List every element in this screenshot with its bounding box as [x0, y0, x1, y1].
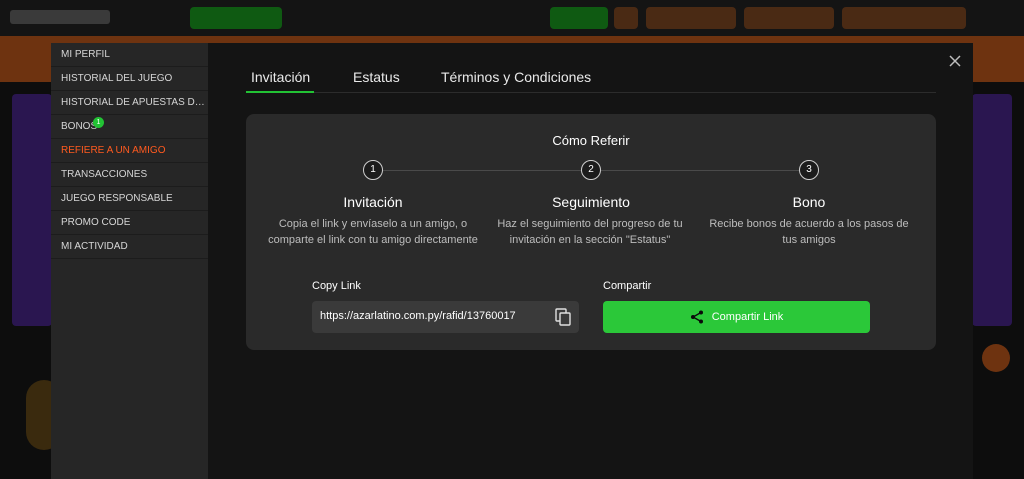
- background-green-button: [190, 7, 282, 29]
- background-logo: [10, 10, 110, 24]
- sidebar-item-mi-actividad[interactable]: MI ACTIVIDAD: [51, 235, 208, 259]
- background-green-button: [550, 7, 608, 29]
- card-title: Cómo Referir: [552, 133, 630, 148]
- background-button: [842, 7, 966, 29]
- step-title: Invitación: [343, 194, 403, 210]
- copy-link-label: Copy Link: [312, 280, 361, 292]
- referral-tabs: Invitación Estatus Términos y Condicione…: [246, 69, 936, 93]
- step-number: 3: [799, 160, 819, 180]
- sidebar-item-juego-responsable[interactable]: JUEGO RESPONSABLE: [51, 187, 208, 211]
- step-number: 1: [363, 160, 383, 180]
- background-button: [744, 7, 834, 29]
- step-connector: [601, 170, 809, 171]
- sidebar-item-mi-perfil[interactable]: MI PERFIL: [51, 43, 208, 67]
- referral-link-value: https://azarlatino.com.py/rafid/13760017: [320, 310, 516, 322]
- how-to-refer-card: Cómo Referir 1 2 3 Invitación Seguimient…: [246, 114, 936, 350]
- step-title: Seguimiento: [552, 194, 630, 210]
- sidebar-item-transacciones[interactable]: TRANSACCIONES: [51, 163, 208, 187]
- sidebar-item-promo-code[interactable]: PROMO CODE: [51, 211, 208, 235]
- background-circle: [982, 344, 1010, 372]
- modal-content: Invitación Estatus Términos y Condicione…: [208, 43, 973, 479]
- account-sidebar: MI PERFIL HISTORIAL DEL JUEGO HISTORIAL …: [51, 43, 208, 479]
- account-modal: MI PERFIL HISTORIAL DEL JUEGO HISTORIAL …: [51, 43, 973, 479]
- step-description: Copia el link y envíaselo a un amigo, o …: [268, 218, 478, 246]
- sidebar-item-refiere-amigo[interactable]: REFIERE A UN AMIGO: [51, 139, 208, 163]
- step-connector: [383, 170, 591, 171]
- step-description: Recibe bonos de acuerdo a los pasos de t…: [709, 218, 909, 246]
- sidebar-item-bonos[interactable]: BONOS 1: [51, 115, 208, 139]
- share-button-label: Compartir Link: [711, 311, 784, 323]
- tab-invitacion[interactable]: Invitación: [246, 69, 314, 93]
- tab-estatus[interactable]: Estatus: [353, 69, 400, 93]
- step-number: 2: [581, 160, 601, 180]
- sidebar-item-historial-juego[interactable]: HISTORIAL DEL JUEGO: [51, 67, 208, 91]
- share-icon: [690, 310, 703, 324]
- step-description: Haz el seguimiento del progreso de tu in…: [497, 218, 683, 246]
- step-title: Bono: [792, 194, 826, 210]
- share-link-button[interactable]: Compartir Link: [603, 301, 870, 333]
- share-label: Compartir: [603, 280, 652, 292]
- referral-link-field[interactable]: https://azarlatino.com.py/rafid/13760017: [312, 301, 579, 333]
- tab-terminos-condiciones[interactable]: Términos y Condiciones: [441, 69, 591, 93]
- sidebar-item-label: BONOS: [61, 121, 98, 132]
- background-banner: [12, 94, 52, 326]
- notification-badge: 1: [93, 117, 104, 128]
- background-banner: [972, 94, 1012, 326]
- close-icon[interactable]: [945, 51, 965, 71]
- copy-icon[interactable]: [555, 308, 571, 326]
- background-button: [614, 7, 638, 29]
- background-button: [646, 7, 736, 29]
- sidebar-item-historial-apuestas[interactable]: HISTORIAL DE APUESTAS DEPORTIVAS: [51, 91, 208, 115]
